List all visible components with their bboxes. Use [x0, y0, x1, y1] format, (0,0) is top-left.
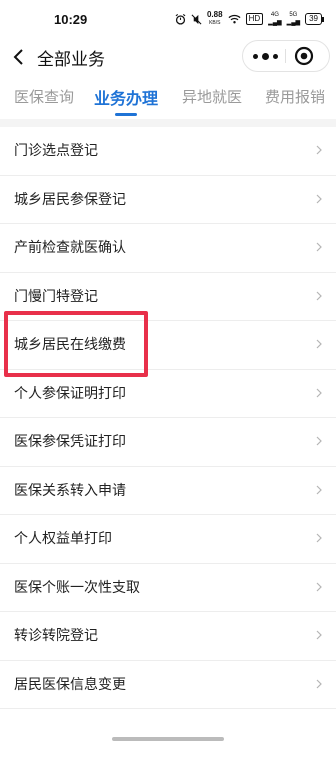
dot: [273, 54, 278, 59]
tab-remote-medical[interactable]: 异地就医: [182, 86, 242, 107]
chevron-right-icon: [316, 679, 322, 688]
list-item[interactable]: 个人参保证明打印: [0, 370, 336, 418]
list-item-label: 门诊选点登记: [14, 143, 98, 159]
mini-program-capsule: [242, 40, 330, 72]
target-circle-icon[interactable]: [293, 45, 315, 67]
list-item[interactable]: 居民医保信息变更: [0, 661, 336, 709]
list-item-label: 门慢门特登记: [14, 288, 98, 305]
more-dots-icon[interactable]: [249, 46, 281, 66]
chevron-right-icon: [316, 582, 322, 591]
signal-5g: 5G ▂▄▆: [287, 11, 300, 27]
chevron-right-icon: [316, 388, 322, 397]
chevron-left-icon[interactable]: [11, 48, 27, 66]
home-indicator[interactable]: [112, 737, 224, 741]
chevron-right-icon: [316, 242, 322, 252]
signal-4g-label: 4G: [270, 12, 279, 18]
list-item[interactable]: 医保个账一次性支取: [0, 564, 336, 612]
signal-4g: 4G ▂▄▆: [268, 11, 281, 27]
chevron-right-icon: [316, 533, 322, 543]
signal-bars-icon: ▂▄▆: [286, 20, 301, 26]
mute-icon: [191, 14, 202, 24]
list-item[interactable]: 个人权益单打印: [0, 515, 336, 564]
chevron-right-icon: [316, 436, 322, 446]
active-tab-indicator: [115, 113, 137, 116]
list-item-label: 医保关系转入申请: [14, 482, 126, 499]
list-item-partial[interactable]: [0, 709, 336, 758]
list-item[interactable]: 门诊选点登记: [0, 127, 336, 176]
tab-reimbursement[interactable]: 费用报销: [265, 86, 325, 107]
list-item-label: 个人权益单打印: [14, 531, 112, 547]
capsule-divider: [285, 49, 286, 63]
signal-bars-icon: ▂▄▆: [268, 20, 282, 26]
alarm-icon: [175, 13, 186, 25]
signal-5g-label: 5G: [289, 12, 298, 18]
chevron-right-icon: [316, 630, 322, 640]
list-item-label: 医保参保凭证打印: [14, 434, 126, 450]
dot: [253, 54, 258, 59]
battery-icon: 39: [305, 13, 324, 25]
chevron-right-icon: [316, 194, 322, 203]
tab-medical-query[interactable]: 医保查询: [14, 86, 74, 107]
business-list: 门诊选点登记 城乡居民参保登记 产前检查就医确认 门慢门特登记 城乡居民在线缴费…: [0, 127, 336, 758]
list-item-label: 城乡居民在线缴费: [14, 337, 126, 353]
list-item-label: 个人参保证明打印: [14, 385, 126, 402]
list-item[interactable]: 医保参保凭证打印: [0, 418, 336, 467]
list-item[interactable]: 产前检查就医确认: [0, 224, 336, 273]
chevron-right-icon: [316, 485, 322, 494]
list-item[interactable]: 门慢门特登记: [0, 273, 336, 321]
network-speed: 0.88 KB/S: [207, 11, 223, 27]
network-speed-unit: KB/S: [209, 20, 221, 26]
list-item[interactable]: 转诊转院登记: [0, 612, 336, 661]
list-item[interactable]: 城乡居民参保登记: [0, 176, 336, 224]
status-time: 10:29: [54, 12, 88, 27]
wifi-icon: [228, 14, 241, 24]
status-icons: 0.88 KB/S HD 4G ▂▄▆ 5G ▂▄▆ 39: [175, 11, 324, 27]
tab-business[interactable]: 业务办理: [94, 85, 158, 109]
status-bar: 10:29 0.88 KB/S HD 4G ▂▄▆ 5G ▂▄▆ 39: [0, 0, 336, 40]
list-item[interactable]: 医保关系转入申请: [0, 467, 336, 515]
page-title: 全部业务: [37, 50, 105, 70]
list-item-online-payment[interactable]: 城乡居民在线缴费: [0, 321, 336, 370]
hd-badge: HD: [245, 13, 264, 25]
section-divider: [0, 119, 336, 127]
list-item-label: 医保个账一次性支取: [14, 579, 140, 596]
chevron-right-icon: [316, 291, 322, 300]
network-speed-value: 0.88: [206, 10, 223, 19]
dot: [262, 53, 269, 60]
list-item-label: 转诊转院登记: [14, 628, 98, 644]
chevron-right-icon: [316, 339, 322, 349]
list-item-label: 居民医保信息变更: [14, 676, 126, 693]
tab-bar: 医保查询 业务办理 异地就医 费用报销: [0, 74, 336, 119]
chevron-right-icon: [316, 145, 322, 155]
list-item-label: 城乡居民参保登记: [14, 191, 126, 208]
list-item-label: 产前检查就医确认: [14, 240, 126, 256]
nav-header: 全部业务: [0, 40, 336, 74]
